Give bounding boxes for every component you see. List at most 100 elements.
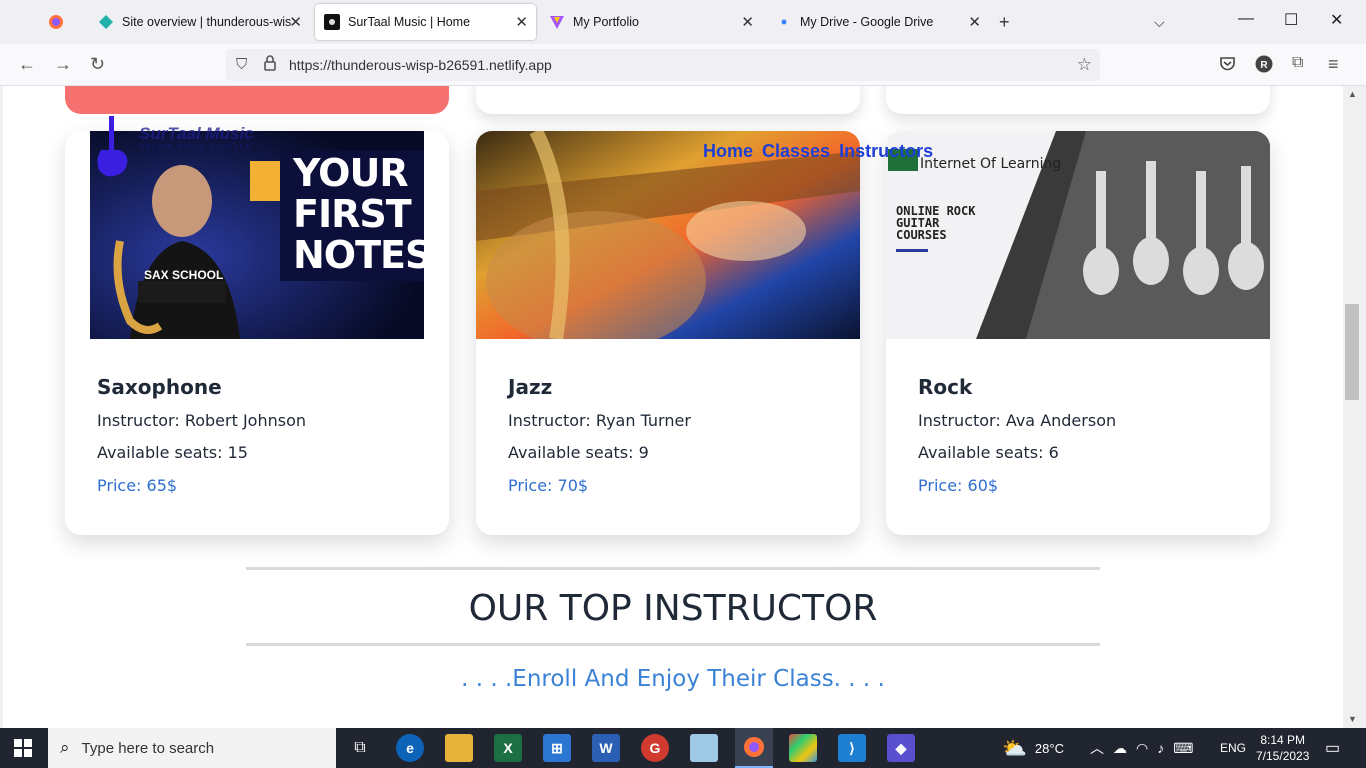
weather-widget[interactable]: ⛅ 28°C: [1002, 728, 1064, 768]
bookmark-star-icon[interactable]: ☆: [1077, 55, 1092, 75]
firefox-icon: [48, 14, 64, 30]
clock[interactable]: 8:14 PM 7/15/2023: [1256, 728, 1309, 768]
tab-title: Site overview | thunderous-wisp: [122, 15, 292, 29]
image-brand: Internet Of Learning: [920, 156, 1062, 172]
class-card-saxophone[interactable]: YOUR FIRST NOTES! SAX SCHOOL Saxophone I…: [65, 131, 449, 535]
system-tray: ︿ ☁ ◠ ♪ ⌨: [1090, 728, 1193, 768]
previous-card-bottom: [886, 86, 1270, 114]
class-seats: Available seats: 9: [508, 443, 649, 462]
taskbar-search[interactable]: ⌕ Type here to search: [48, 728, 336, 768]
section-divider: [246, 567, 1100, 570]
volume-icon[interactable]: ♪: [1157, 740, 1164, 756]
window-close-icon[interactable]: ✕: [1330, 10, 1343, 30]
class-name: Saxophone: [97, 375, 222, 399]
previous-card-bottom: [65, 86, 449, 114]
class-price: Price: 60$: [918, 476, 999, 495]
notifications-icon[interactable]: ▭: [1325, 738, 1340, 758]
scrollbar-thumb[interactable]: [1345, 304, 1359, 400]
extensions-icon[interactable]: ⧉: [1292, 54, 1303, 72]
close-icon[interactable]: ✕: [289, 13, 302, 31]
site-logo[interactable]: SurTaal Music ONLINE MUSIC CLASSES: [93, 116, 254, 185]
photos-icon[interactable]: [789, 734, 817, 762]
windows-start-icon[interactable]: [14, 739, 32, 762]
weather-icon: ⛅: [1002, 737, 1027, 760]
class-seats: Available seats: 6: [918, 443, 1059, 462]
tab-google-drive[interactable]: My Drive - Google Drive ✕: [767, 4, 989, 40]
lock-icon[interactable]: [264, 55, 276, 75]
section-divider: [246, 643, 1100, 646]
file-explorer-icon[interactable]: [445, 734, 473, 762]
excel-icon[interactable]: X: [494, 734, 522, 762]
tab-firefox-view[interactable]: [48, 4, 78, 40]
shield-icon[interactable]: ⛉: [236, 56, 247, 73]
network-cloud-icon[interactable]: ☁: [1113, 740, 1127, 757]
tab-my-portfolio[interactable]: My Portfolio ✕: [540, 4, 762, 40]
pocket-icon[interactable]: [1219, 56, 1236, 77]
class-instructor: Instructor: Robert Johnson: [97, 411, 306, 430]
image-headline: ONLINE ROCK GUITAR COURSES: [896, 204, 976, 242]
tab-surtaal-home[interactable]: SurTaal Music | Home ✕: [315, 4, 536, 40]
new-tab-icon[interactable]: +: [999, 12, 1010, 33]
close-icon[interactable]: ✕: [741, 13, 754, 31]
close-icon[interactable]: ✕: [968, 13, 981, 31]
nav-link-classes[interactable]: Classes: [762, 141, 830, 162]
copilot-icon[interactable]: ◆: [887, 734, 915, 762]
rock-class-image: Internet Of Learning ONLINE ROCK GUITAR …: [886, 131, 1270, 339]
menu-icon[interactable]: ≡: [1328, 54, 1339, 75]
site-nav: Home Classes Instructors: [703, 141, 933, 162]
clock-time: 8:14 PM: [1260, 733, 1306, 747]
back-icon[interactable]: ←: [18, 54, 36, 75]
forward-icon[interactable]: →: [54, 54, 72, 75]
taskbar: ⌕ Type here to search ⧉ e X ⊞ W G ⟩ ◆ ⛅ …: [0, 728, 1366, 768]
language-indicator[interactable]: ENG: [1220, 728, 1246, 768]
section-title: OUR TOP INSTRUCTOR: [468, 588, 878, 629]
section-subtitle: . . . .Enroll And Enjoy Their Class. . .…: [461, 666, 885, 692]
wifi-icon[interactable]: ◠: [1136, 740, 1148, 757]
vscode-icon[interactable]: ⟩: [838, 734, 866, 762]
maximize-icon[interactable]: ☐: [1284, 10, 1298, 30]
minimize-icon[interactable]: —: [1238, 10, 1254, 28]
chevron-up-icon[interactable]: ︿: [1090, 738, 1104, 758]
surtaal-icon: [324, 14, 340, 30]
saxophone-class-image: YOUR FIRST NOTES! SAX SCHOOL: [90, 131, 424, 339]
list-tabs-icon[interactable]: ⌵: [1154, 14, 1165, 31]
reload-icon[interactable]: ↻: [90, 54, 105, 75]
class-seats: Available seats: 15: [97, 443, 248, 462]
page-scrollbar[interactable]: ▲ ▼: [1343, 86, 1363, 728]
firefox-taskbar-icon[interactable]: [735, 728, 773, 768]
edge-icon[interactable]: e: [396, 734, 424, 762]
class-card-jazz[interactable]: Jazz Instructor: Ryan Turner Available s…: [476, 131, 860, 535]
guitar-logo-icon: [97, 116, 128, 177]
scroll-down-icon[interactable]: ▼: [1348, 714, 1357, 724]
notepad-icon[interactable]: [690, 734, 718, 762]
class-name: Rock: [918, 375, 973, 399]
scroll-up-icon[interactable]: ▲: [1348, 89, 1357, 99]
weather-temp: 28°C: [1034, 740, 1064, 756]
grammarly-icon[interactable]: G: [641, 734, 669, 762]
tab-title: My Drive - Google Drive: [800, 15, 934, 29]
word-icon[interactable]: W: [592, 734, 620, 762]
class-instructor: Instructor: Ava Anderson: [918, 411, 1117, 430]
search-icon: ⌕: [60, 738, 70, 757]
store-icon[interactable]: ⊞: [543, 734, 571, 762]
close-icon[interactable]: ✕: [515, 13, 528, 31]
clock-date: 7/15/2023: [1256, 749, 1310, 763]
jazz-class-image: [476, 131, 860, 339]
class-instructor: Instructor: Ryan Turner: [508, 411, 691, 430]
tab-bar: Site overview | thunderous-wisp ✕ SurTaa…: [0, 0, 1366, 44]
task-view-icon[interactable]: ⧉: [346, 734, 374, 762]
page-viewport: YOUR FIRST NOTES! SAX SCHOOL Saxophone I…: [3, 86, 1343, 728]
class-price: Price: 70$: [508, 476, 589, 495]
search-placeholder: Type here to search: [81, 739, 215, 757]
tab-site-overview[interactable]: Site overview | thunderous-wisp ✕: [88, 4, 310, 40]
nav-link-instructors[interactable]: Instructors: [839, 141, 933, 162]
url-bar[interactable]: ⛉ https://thunderous-wisp-b26591.netlify…: [226, 49, 1100, 81]
image-badge: SAX SCHOOL: [144, 268, 224, 282]
account-avatar-icon[interactable]: R: [1255, 55, 1273, 78]
class-card-rock[interactable]: Internet Of Learning ONLINE ROCK GUITAR …: [886, 131, 1270, 535]
class-name: Jazz: [508, 375, 553, 399]
keyboard-icon[interactable]: ⌨: [1173, 740, 1193, 757]
logo-text: SurTaal Music: [139, 124, 254, 143]
nav-link-home[interactable]: Home: [703, 141, 753, 162]
class-price: Price: 65$: [97, 476, 178, 495]
